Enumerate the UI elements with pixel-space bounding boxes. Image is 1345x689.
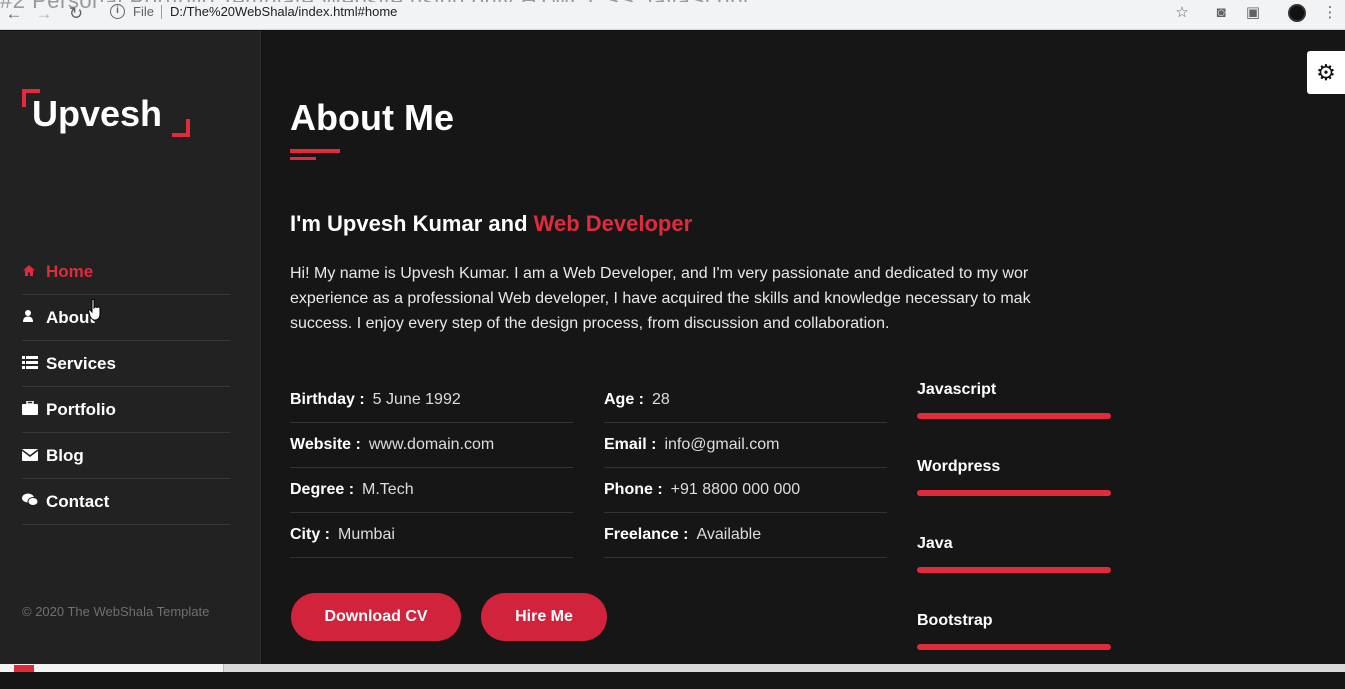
- info-value: 5 June 1992: [372, 391, 461, 408]
- address-separator: [161, 5, 162, 19]
- page-title: About Me: [290, 97, 454, 138]
- skill-name: Javascript: [917, 381, 997, 398]
- info-row-freelance: Freelance : Available: [604, 513, 887, 558]
- hand-cursor-icon: [88, 299, 101, 321]
- info-row-birthday: Birthday : 5 June 1992: [290, 378, 573, 423]
- skill-bar: [917, 413, 1111, 419]
- extension-icon[interactable]: ▣: [1244, 4, 1262, 22]
- address-bar[interactable]: i File D:/The%20WebShala/index.html#home: [100, 2, 1175, 24]
- about-paragraph: Hi! My name is Upvesh Kumar. I am a Web …: [290, 261, 1110, 336]
- skills-list: Javascript Wordpress Java Bootstrap: [917, 381, 1111, 689]
- file-label: File: [133, 4, 154, 19]
- info-icon[interactable]: i: [110, 4, 125, 19]
- reload-icon[interactable]: ↻: [66, 4, 86, 24]
- info-row-email: Email : info@gmail.com: [604, 423, 887, 468]
- skill-name: Bootstrap: [917, 612, 993, 629]
- profile-avatar[interactable]: [1288, 4, 1306, 22]
- info-value: M.Tech: [362, 481, 414, 498]
- info-row-phone: Phone : +91 8800 000 000: [604, 468, 887, 513]
- url-text[interactable]: D:/The%20WebShala/index.html#home: [170, 4, 397, 19]
- logo-text: Upvesh: [32, 93, 163, 134]
- info-row-age: Age : 28: [604, 378, 887, 423]
- download-cv-button[interactable]: Download CV: [291, 593, 461, 641]
- sidebar-item-home[interactable]: Home: [22, 249, 230, 295]
- bookmark-star-icon[interactable]: ☆: [1173, 4, 1191, 22]
- info-row-degree: Degree : M.Tech: [290, 468, 573, 513]
- back-icon[interactable]: ←: [4, 4, 24, 24]
- intro-heading: I'm Upvesh Kumar and Web Developer: [290, 211, 692, 237]
- intro-role: Web Developer: [533, 211, 693, 236]
- camera-icon[interactable]: ◙: [1212, 4, 1230, 22]
- sidebar-item-label: Blog: [46, 445, 84, 465]
- info-label: Degree :: [290, 481, 355, 498]
- intro-prefix: I'm Upvesh Kumar and: [290, 211, 534, 236]
- user-icon: [22, 309, 46, 326]
- sidebar-item-label: Services: [46, 353, 116, 373]
- info-value: Mumbai: [338, 526, 395, 543]
- sidebar-item-portfolio[interactable]: Portfolio: [22, 387, 230, 433]
- info-label: Freelance :: [604, 526, 689, 543]
- list-icon: [22, 355, 46, 372]
- skill-name: Wordpress: [917, 458, 1001, 475]
- menu-kebab-icon[interactable]: ⋮: [1321, 4, 1339, 22]
- settings-gear-icon[interactable]: ⚙: [1307, 51, 1345, 94]
- info-label: Email :: [604, 436, 657, 453]
- title-underline: [290, 149, 340, 153]
- info-label: Website :: [290, 436, 361, 453]
- sidebar-item-label: Home: [46, 261, 94, 281]
- info-list-right: Age : 28 Email : info@gmail.com Phone : …: [604, 378, 887, 558]
- paragraph-line: Hi! My name is Upvesh Kumar. I am a Web …: [290, 265, 1029, 282]
- info-list-left: Birthday : 5 June 1992 Website : www.dom…: [290, 378, 573, 558]
- download-file-icon: [14, 665, 34, 672]
- info-label: Phone :: [604, 481, 663, 498]
- skill-java: Java: [917, 535, 1111, 612]
- sidebar-menu: Home About Services Portfolio Blog Conta…: [21, 249, 230, 525]
- skill-bar: [917, 644, 1111, 650]
- sidebar-item-about[interactable]: About: [22, 295, 230, 341]
- hire-me-button[interactable]: Hire Me: [481, 593, 607, 641]
- sidebar: Upvesh Home About Services Portfolio Blo…: [0, 31, 261, 672]
- forward-icon[interactable]: →: [34, 4, 54, 24]
- home-icon: [22, 264, 46, 280]
- logo-bracket-right: [172, 119, 190, 137]
- info-row-website: Website : www.domain.com: [290, 423, 573, 468]
- skill-bar: [917, 490, 1111, 496]
- about-section: About Me I'm Upvesh Kumar and Web Develo…: [262, 31, 1345, 672]
- skill-bootstrap: Bootstrap: [917, 612, 1111, 689]
- title-underline-short: [290, 157, 316, 160]
- sidebar-item-blog[interactable]: Blog: [21, 433, 230, 479]
- download-item[interactable]: [0, 664, 224, 672]
- skill-name: Java: [917, 535, 953, 552]
- copyright-footer: © 2020 The WebShala Template: [22, 604, 210, 619]
- briefcase-icon: [22, 400, 46, 418]
- info-label: City :: [290, 526, 330, 543]
- comments-icon: [22, 493, 46, 510]
- skill-wordpress: Wordpress: [917, 458, 1111, 535]
- skill-bar: [917, 567, 1111, 573]
- sidebar-item-label: Portfolio: [46, 399, 116, 419]
- info-label: Birthday :: [290, 391, 365, 408]
- info-label: Age :: [604, 391, 644, 408]
- sidebar-item-services[interactable]: Services: [22, 341, 230, 387]
- info-value: +91 8800 000 000: [670, 481, 801, 498]
- info-row-city: City : Mumbai: [290, 513, 573, 558]
- info-value[interactable]: www.domain.com: [369, 436, 494, 454]
- paragraph-line: success. I enjoy every step of the desig…: [290, 315, 890, 332]
- browser-toolbar: #2 Personal Portfolio Template Website u…: [0, 0, 1345, 30]
- info-value: 28: [652, 391, 670, 408]
- sidebar-item-label: Contact: [46, 491, 110, 511]
- paragraph-line: experience as a professional Web develop…: [290, 290, 1031, 307]
- envelope-icon: [21, 448, 46, 464]
- logo[interactable]: Upvesh: [22, 89, 192, 141]
- info-value: Available: [696, 526, 762, 543]
- info-value[interactable]: info@gmail.com: [664, 436, 779, 454]
- sidebar-item-contact[interactable]: Contact: [22, 479, 230, 525]
- skill-javascript: Javascript: [917, 381, 1111, 458]
